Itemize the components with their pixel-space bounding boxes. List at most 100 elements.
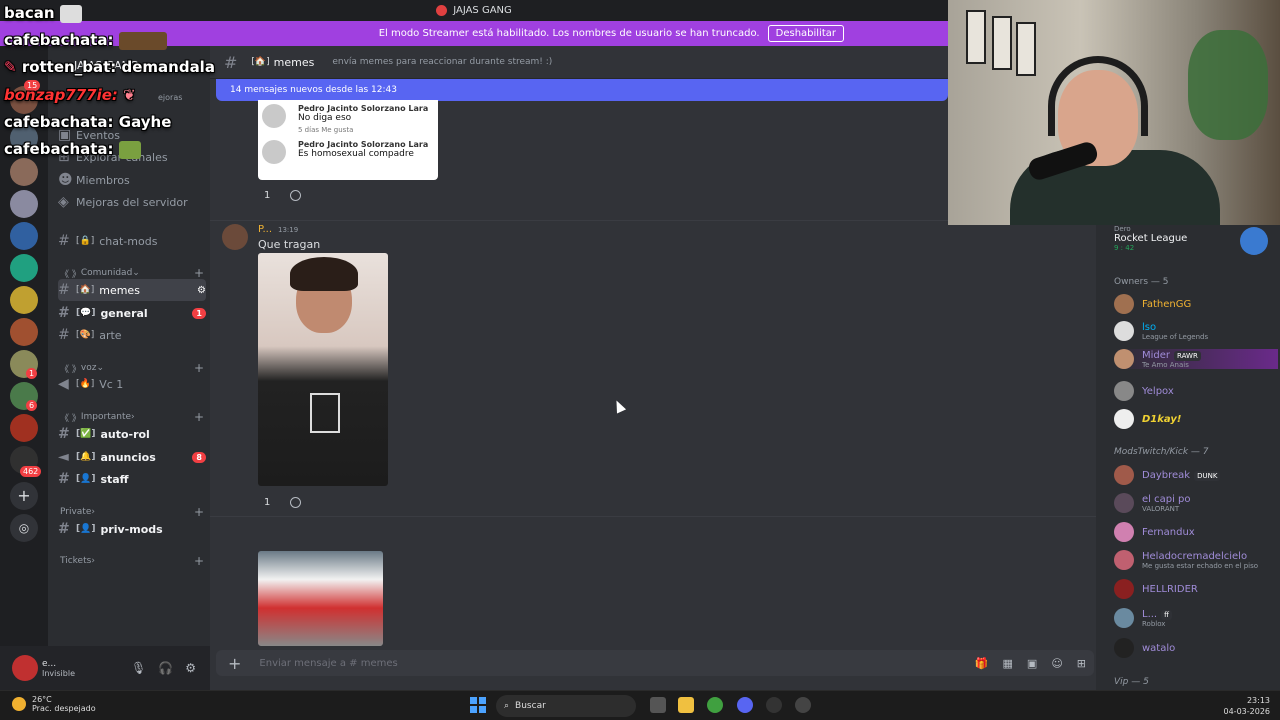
channel-anuncios[interactable]: ◄ [🔔] anuncios 8 — [58, 446, 206, 468]
add-channel-icon[interactable]: + — [194, 505, 204, 519]
member-activity: Te Amo Anais — [1142, 360, 1189, 369]
gift-icon[interactable]: 🎁 — [975, 657, 989, 670]
category-tickets[interactable]: Tickets › + — [60, 554, 204, 568]
wall-frame — [1016, 22, 1036, 76]
server-icon[interactable] — [10, 222, 38, 250]
embedded-comment-screenshot[interactable]: Pedro Jacinto Solorzano Lara No diga eso… — [258, 100, 438, 180]
discover-icon[interactable]: ◎ — [10, 514, 38, 542]
member-item[interactable]: HELLRIDER — [1114, 579, 1278, 599]
category-private[interactable]: Private › + — [60, 505, 204, 519]
channel-vc1[interactable]: ◀ [🔥] Vc 1 — [58, 373, 206, 395]
member-item[interactable]: Mider RAWR Te Amo Anais — [1114, 349, 1278, 369]
member-item[interactable]: D1kay! — [1114, 409, 1278, 429]
app-icon[interactable] — [766, 697, 782, 713]
member-item[interactable]: lso League of Legends — [1114, 321, 1278, 341]
message-input-bar[interactable]: + Enviar mensaje a # memes 🎁 ▦ ▣ ☺ ⊞ — [216, 650, 1094, 676]
sticker-icon[interactable]: ▣ — [1027, 657, 1037, 670]
message-image[interactable] — [258, 253, 388, 486]
server-icon[interactable] — [10, 286, 38, 314]
channel-priv-mods[interactable]: # [👤] priv-mods — [58, 518, 206, 540]
reaction-pill[interactable]: 1 — [258, 496, 276, 509]
member-item[interactable]: Daybreak DUNK — [1114, 465, 1278, 485]
server-icon[interactable] — [10, 414, 38, 442]
bell-icon: [🔔] — [76, 452, 96, 462]
boost-hint[interactable]: ejoras — [158, 86, 198, 108]
member-item[interactable]: Heladocremadelcielo Me gusta estar echado… — [1114, 550, 1278, 570]
microphone-icon[interactable]: 🎙 — [131, 661, 146, 675]
member-item[interactable]: watalo — [1114, 638, 1278, 658]
sidebar-item-members[interactable]: ☻ Miembros — [58, 169, 206, 191]
add-server-icon[interactable]: + — [10, 482, 38, 510]
avatar[interactable] — [222, 224, 248, 250]
headphones-icon[interactable]: 🎧 — [158, 661, 173, 675]
server-icon[interactable] — [10, 254, 38, 282]
category-comunidad[interactable]: 《 》 Comunidad ⌄ + — [60, 266, 204, 280]
channel-auto-rol[interactable]: # [✅] auto-rol — [58, 423, 206, 445]
file-explorer-icon[interactable] — [678, 697, 694, 713]
server-icon[interactable] — [10, 158, 38, 186]
emoji-icon[interactable]: ☺ — [1051, 657, 1062, 670]
message-author[interactable]: P... 13:19 — [258, 224, 298, 235]
member-tag: ff — [1161, 609, 1172, 620]
comment-meta: 5 días Me gusta — [298, 126, 354, 134]
group-header-vip: Vip — 5 — [1114, 677, 1149, 687]
add-channel-icon[interactable]: + — [194, 266, 204, 280]
channel-topic[interactable]: envía memes para reaccionar durante stre… — [332, 57, 552, 67]
gif-icon[interactable]: ▦ — [1003, 657, 1013, 670]
member-name: Mider RAWR — [1142, 350, 1201, 361]
channel-staff[interactable]: # [👤] staff — [58, 468, 206, 490]
settings-gear-icon[interactable]: ⚙ — [185, 661, 196, 675]
server-icon[interactable] — [10, 318, 38, 346]
stream-chat-line: cafebachata: — [4, 31, 167, 50]
search-icon: ⌕ — [504, 701, 510, 711]
chrome-icon[interactable] — [707, 697, 723, 713]
emote-icon — [118, 140, 141, 159]
hash-icon: # — [58, 426, 70, 442]
member-name: L... ff — [1142, 609, 1172, 620]
reaction-row: 1 — [258, 189, 302, 202]
taskbar-clock[interactable]: 23:13 04-03-2026 — [1224, 695, 1271, 717]
new-messages-bar[interactable]: 14 mensajes nuevos desde las 12:43 — [216, 79, 948, 101]
member-item[interactable]: Fernandux — [1114, 522, 1278, 542]
apps-icon[interactable]: ⊞ — [1077, 657, 1086, 670]
member-item[interactable]: L... ff Roblox — [1114, 608, 1278, 628]
reaction-pill[interactable]: 1 — [258, 189, 276, 202]
disable-streamer-button[interactable]: Deshabilitar — [767, 25, 844, 42]
hair-shape — [290, 257, 358, 291]
hash-icon: # — [58, 305, 70, 321]
comment-row: Pedro Jacinto Solorzano Lara No diga eso… — [262, 104, 438, 134]
settings-gear-icon[interactable]: ⚙ — [197, 285, 206, 296]
discord-icon[interactable] — [737, 697, 753, 713]
member-item[interactable]: el capi po VALORANT — [1114, 493, 1278, 513]
avatar — [1114, 465, 1134, 485]
obs-icon[interactable] — [795, 697, 811, 713]
add-reaction-icon[interactable] — [290, 190, 302, 201]
task-view-icon[interactable] — [650, 697, 666, 713]
input-tools: 🎁 ▦ ▣ ☺ ⊞ — [975, 657, 1086, 670]
stream-chat-line: ✎ rotten_bat: demandala — [4, 58, 215, 76]
channel-memes[interactable]: # [🏠] memes ⚙ — [58, 279, 206, 301]
avatar[interactable] — [12, 655, 38, 681]
sidebar-item-boosts[interactable]: ◈ Mejoras del servidor — [58, 191, 206, 213]
channel-arte[interactable]: # [🎨] arte — [58, 324, 206, 346]
channel-general[interactable]: # [💬] general 1 — [58, 302, 206, 324]
rocket-league-icon — [1240, 227, 1268, 255]
add-channel-icon[interactable]: + — [194, 410, 204, 424]
weather-widget[interactable]: 26°C Prac. despejado — [12, 695, 96, 713]
add-channel-icon[interactable]: + — [194, 554, 204, 568]
channel-chat-mods[interactable]: # [🔒] chat-mods — [58, 230, 206, 252]
emote-icon — [59, 4, 82, 23]
message-input-placeholder[interactable]: Enviar mensaje a # memes — [259, 658, 397, 669]
avatar — [1114, 381, 1134, 401]
category-importante[interactable]: 《 》 Importante › + — [60, 410, 204, 424]
message-image[interactable] — [258, 551, 383, 646]
start-icon[interactable] — [470, 697, 486, 713]
streamer-mode-text: El modo Streamer está habilitado. Los no… — [378, 28, 760, 39]
attach-plus-icon[interactable]: + — [228, 654, 241, 673]
member-item[interactable]: FathenGG — [1114, 294, 1278, 314]
server-icon[interactable] — [10, 190, 38, 218]
taskbar-search[interactable]: ⌕ Buscar — [496, 695, 636, 717]
add-reaction-icon[interactable] — [290, 497, 302, 508]
stream-chat-line: cafebachata: Gayhe — [4, 113, 172, 131]
member-item[interactable]: Yelpox — [1114, 381, 1278, 401]
